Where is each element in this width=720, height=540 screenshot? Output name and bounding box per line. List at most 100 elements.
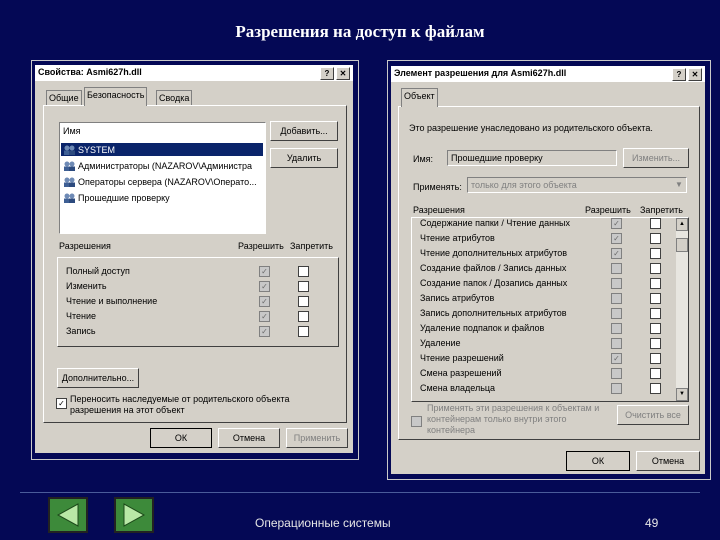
permissions-header: Разрешения bbox=[59, 241, 111, 251]
permission-row: Смена владельца bbox=[420, 383, 496, 393]
deny-checkbox[interactable] bbox=[650, 323, 661, 334]
deny-checkbox[interactable] bbox=[298, 296, 309, 307]
footer-course-title: Операционные системы bbox=[255, 516, 391, 530]
deny-checkbox[interactable] bbox=[298, 266, 309, 277]
allow-checkbox[interactable]: ✓ bbox=[259, 296, 270, 307]
name-field: Прошедшие проверку bbox=[447, 150, 617, 166]
arrow-left-icon bbox=[56, 503, 79, 527]
deny-checkbox[interactable] bbox=[650, 263, 661, 274]
permission-row: Создание файлов / Запись данных bbox=[420, 263, 567, 273]
deny-checkbox[interactable] bbox=[650, 293, 661, 304]
allow-checkbox[interactable] bbox=[611, 278, 622, 289]
allow-checkbox[interactable] bbox=[611, 383, 622, 394]
deny-checkbox[interactable] bbox=[650, 278, 661, 289]
deny-header: Запретить bbox=[290, 241, 333, 251]
permissions-header: Разрешения bbox=[413, 205, 465, 215]
title-bar[interactable]: Свойства: Asmi627h.dll ? ✕ bbox=[35, 65, 353, 81]
back-nav-button[interactable] bbox=[48, 497, 88, 533]
inherit-text: Переносить наследуемые от родительского … bbox=[70, 394, 290, 415]
allow-checkbox[interactable] bbox=[611, 323, 622, 334]
add-button[interactable]: Добавить... bbox=[270, 121, 338, 141]
permission-entry-dialog: Элемент разрешения для Asmi627h.dll ? ✕ … bbox=[391, 66, 705, 474]
deny-checkbox[interactable] bbox=[298, 326, 309, 337]
deny-checkbox[interactable] bbox=[650, 233, 661, 244]
users-list[interactable]: Имя SYSTEM Администраторы (NAZAROV\Админ… bbox=[59, 122, 266, 234]
permission-row: Создание папок / Дозапись данных bbox=[420, 278, 568, 288]
ok-button[interactable]: ОК bbox=[566, 451, 630, 471]
allow-checkbox[interactable] bbox=[611, 263, 622, 274]
allow-checkbox[interactable]: ✓ bbox=[259, 266, 270, 277]
deny-checkbox[interactable] bbox=[298, 281, 309, 292]
footer-line bbox=[20, 492, 700, 493]
permission-row: Запись атрибутов bbox=[420, 293, 495, 303]
close-button[interactable]: ✕ bbox=[688, 68, 702, 81]
user-item[interactable]: SYSTEM bbox=[78, 145, 115, 155]
allow-checkbox[interactable]: ✓ bbox=[259, 326, 270, 337]
title-bar[interactable]: Элемент разрешения для Asmi627h.dll ? ✕ bbox=[391, 66, 705, 82]
allow-checkbox[interactable] bbox=[611, 368, 622, 379]
allow-checkbox[interactable] bbox=[611, 293, 622, 304]
allow-checkbox[interactable] bbox=[611, 308, 622, 319]
deny-checkbox[interactable] bbox=[298, 311, 309, 322]
permissions-list: Полный доступ ✓ Изменить ✓ Чтение и выпо… bbox=[57, 257, 339, 347]
inherit-checkbox[interactable]: ✓ bbox=[56, 398, 67, 409]
scrollbar[interactable]: ▲ ▼ bbox=[676, 218, 688, 401]
permission-row: Смена разрешений bbox=[420, 368, 502, 378]
apply-to-select[interactable]: только для этого объекта ▼ bbox=[467, 177, 687, 193]
chevron-down-icon[interactable]: ▼ bbox=[673, 179, 685, 191]
inherited-note: Это разрешение унаследовано из родительс… bbox=[409, 123, 653, 133]
clear-all-button[interactable]: Очистить все bbox=[617, 405, 689, 425]
tab-security[interactable]: Безопасность bbox=[84, 87, 148, 106]
allow-checkbox[interactable]: ✓ bbox=[611, 218, 622, 229]
user-item[interactable]: Администраторы (NAZAROV\Администра bbox=[78, 161, 252, 171]
permission-row: Изменить bbox=[66, 281, 107, 291]
allow-header: Разрешить bbox=[238, 241, 284, 251]
deny-checkbox[interactable] bbox=[650, 338, 661, 349]
apply-to-value: только для этого объекта bbox=[471, 180, 577, 190]
deny-checkbox[interactable] bbox=[650, 248, 661, 259]
forward-nav-button[interactable] bbox=[114, 497, 154, 533]
deny-checkbox[interactable] bbox=[650, 383, 661, 394]
name-value: Прошедшие проверку bbox=[451, 153, 543, 163]
users-icon bbox=[63, 193, 75, 203]
user-item[interactable]: Операторы сервера (NAZAROV\Операто... bbox=[78, 177, 257, 187]
deny-checkbox[interactable] bbox=[650, 308, 661, 319]
allow-checkbox[interactable]: ✓ bbox=[259, 281, 270, 292]
deny-checkbox[interactable] bbox=[650, 218, 661, 229]
deny-checkbox[interactable] bbox=[650, 353, 661, 364]
users-icon bbox=[63, 145, 75, 155]
remove-button[interactable]: Удалить bbox=[270, 148, 338, 168]
scroll-thumb[interactable] bbox=[676, 238, 688, 252]
close-button[interactable]: ✕ bbox=[336, 67, 350, 80]
user-item[interactable]: Прошедшие проверку bbox=[78, 193, 170, 203]
tab-general[interactable]: Общие bbox=[46, 90, 82, 105]
apply-button[interactable]: Применить bbox=[286, 428, 348, 448]
change-button[interactable]: Изменить... bbox=[623, 148, 689, 168]
permission-row: Удаление подпапок и файлов bbox=[420, 323, 545, 333]
help-button[interactable]: ? bbox=[672, 68, 686, 81]
slide-title: Разрешения на доступ к файлам bbox=[235, 22, 485, 41]
allow-checkbox[interactable] bbox=[611, 338, 622, 349]
ok-button[interactable]: ОК bbox=[150, 428, 212, 448]
advanced-button[interactable]: Дополнительно... bbox=[57, 368, 139, 388]
permission-row: Чтение и выполнение bbox=[66, 296, 158, 306]
scroll-up-icon[interactable]: ▲ bbox=[676, 218, 688, 231]
allow-checkbox[interactable]: ✓ bbox=[611, 248, 622, 259]
names-header: Имя bbox=[63, 126, 81, 136]
allow-checkbox[interactable]: ✓ bbox=[259, 311, 270, 322]
cancel-button[interactable]: Отмена bbox=[218, 428, 280, 448]
scroll-down-icon[interactable]: ▼ bbox=[676, 388, 688, 401]
tab-object[interactable]: Объект bbox=[401, 88, 438, 107]
permission-row: Содержание папки / Чтение данных bbox=[420, 218, 571, 228]
tab-summary[interactable]: Сводка bbox=[156, 90, 193, 105]
dialog-title: Свойства: Asmi627h.dll bbox=[38, 67, 142, 77]
permission-row: Чтение атрибутов bbox=[420, 233, 495, 243]
help-button[interactable]: ? bbox=[320, 67, 334, 80]
deny-checkbox[interactable] bbox=[650, 368, 661, 379]
permissions-list[interactable]: Содержание папки / Чтение данных ✓ Чтени… bbox=[411, 217, 689, 402]
apply-children-checkbox[interactable] bbox=[411, 416, 422, 427]
users-icon bbox=[63, 177, 75, 187]
cancel-button[interactable]: Отмена bbox=[636, 451, 700, 471]
allow-checkbox[interactable]: ✓ bbox=[611, 353, 622, 364]
allow-checkbox[interactable]: ✓ bbox=[611, 233, 622, 244]
